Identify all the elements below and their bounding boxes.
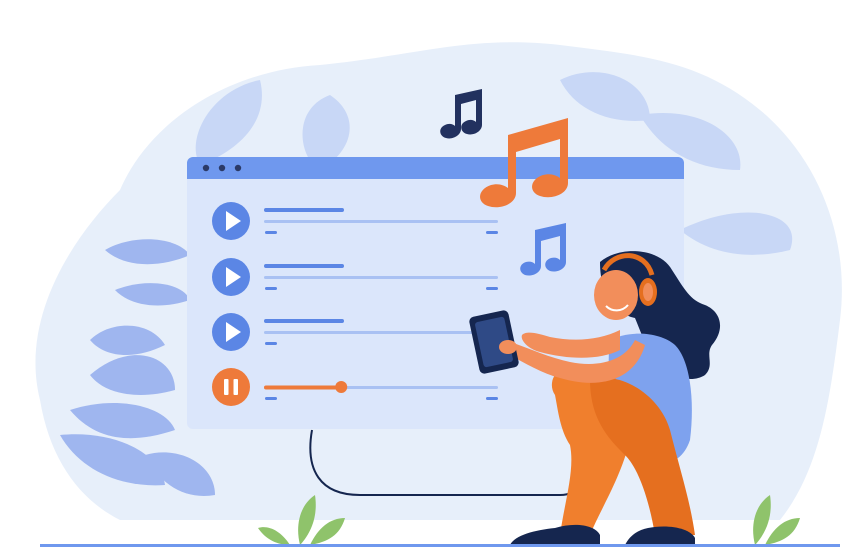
window-dot <box>218 164 226 172</box>
track-time-start <box>265 342 277 345</box>
window-dot <box>202 164 210 172</box>
window-dot <box>234 164 242 172</box>
track-time-end <box>486 231 498 234</box>
track-time-end <box>486 287 498 290</box>
track-title-line <box>264 208 344 212</box>
progress-handle[interactable] <box>335 381 348 393</box>
pause-button[interactable] <box>212 368 250 406</box>
illustration <box>0 0 854 547</box>
track-time-end <box>486 397 498 400</box>
track-time-start <box>265 397 277 400</box>
play-button[interactable] <box>212 202 250 240</box>
shoe <box>510 524 600 545</box>
track-time-start <box>265 287 277 290</box>
play-button[interactable] <box>212 258 250 296</box>
track-progress-bar[interactable] <box>264 276 498 279</box>
track-time-start <box>265 231 277 234</box>
track-progress-bar[interactable] <box>264 331 498 334</box>
face <box>594 270 638 320</box>
track-progress-bar[interactable] <box>264 220 498 223</box>
play-button[interactable] <box>212 313 250 351</box>
track-title-line <box>264 319 344 323</box>
track-title-line <box>264 264 344 268</box>
track-progress-fill <box>264 385 342 390</box>
